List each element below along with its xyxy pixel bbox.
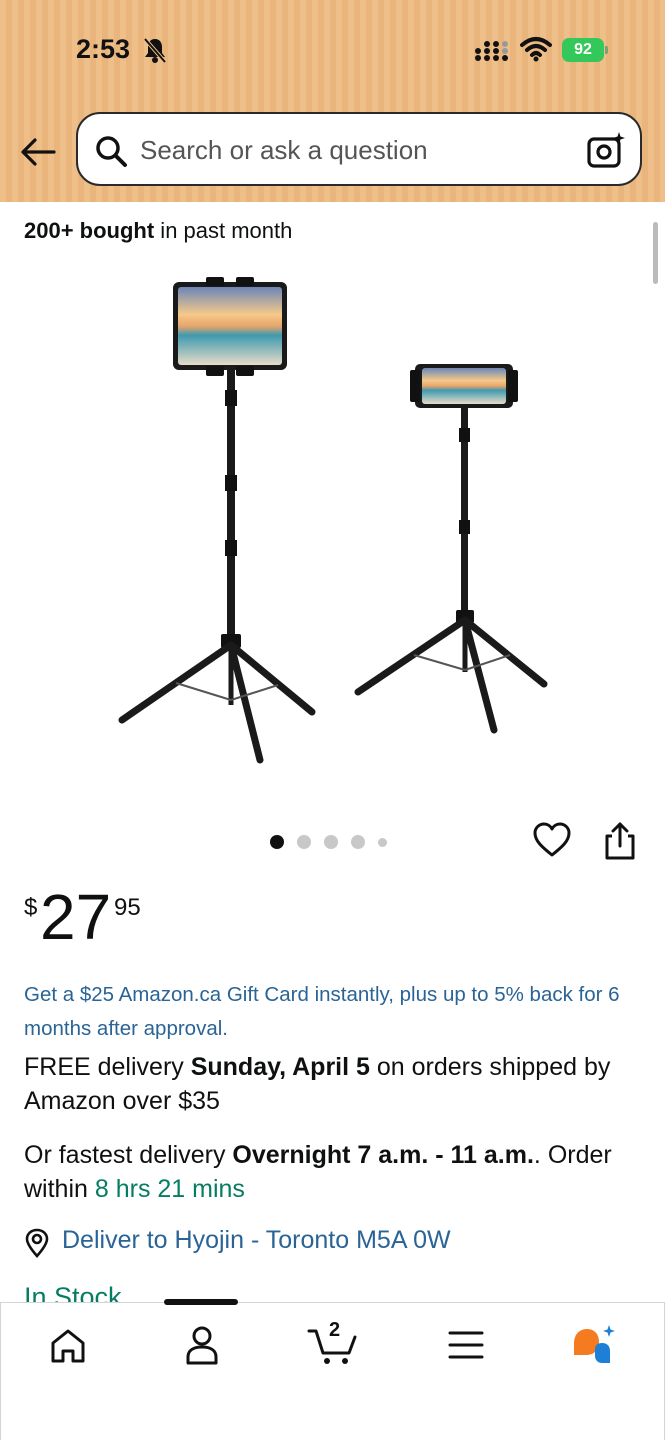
battery-cap [605,46,608,54]
scrollbar-thumb[interactable] [653,222,658,284]
status-bar: 2:53 92 [0,0,665,100]
back-arrow-icon[interactable] [18,132,58,172]
menu-icon[interactable] [441,1323,491,1367]
product-image[interactable] [100,260,560,780]
bell-muted-icon [143,37,167,64]
search-icon [96,136,127,167]
fastest-window: Overnight 7 a.m. - 11 a.m. [232,1141,534,1169]
app-header: 2:53 92 [0,0,665,202]
account-icon[interactable] [177,1323,227,1367]
price-whole: 27 [40,881,112,953]
wifi-icon [520,37,552,62]
battery-indicator: 92 [562,38,608,62]
bought-count: 200+ bought in past month [24,218,292,244]
fastest-delivery-info: Or fastest delivery Overnight 7 a.m. - 1… [24,1138,644,1206]
search-input[interactable] [140,132,560,168]
search-bar[interactable] [76,112,642,186]
signal-icon [475,41,508,61]
carousel-dot[interactable] [378,837,387,847]
battery-level: 92 [562,38,604,62]
price-fraction: 95 [114,894,141,921]
image-carousel-dots [270,832,387,852]
active-tab-indicator [164,1299,238,1305]
home-icon[interactable] [43,1323,93,1367]
carousel-dot[interactable] [297,835,311,849]
free-delivery-info: FREE delivery Sunday, April 5 on orders … [24,1050,644,1118]
cart-button[interactable]: 2 [307,1319,357,1367]
camera-search-icon[interactable] [586,130,626,170]
carousel-dot[interactable] [270,835,284,849]
stock-status: In Stock [24,1282,122,1304]
cart-count: 2 [329,1319,341,1341]
bought-count-suffix: in past month [154,218,293,243]
order-countdown: 8 hrs 21 mins [94,1175,245,1203]
deliver-to-link[interactable]: Deliver to Hyojin - Toronto M5A 0W [62,1226,451,1255]
carousel-dot[interactable] [351,835,365,849]
location-pin-icon [25,1228,49,1258]
rufus-assistant-icon[interactable] [569,1323,619,1367]
share-icon[interactable] [600,820,640,862]
status-time: 2:53 [76,34,131,64]
bottom-nav: 2 [0,1299,665,1440]
gift-card-promo-link[interactable]: Get a $25 Amazon.ca Gift Card instantly,… [24,978,639,1046]
delivery-date: Sunday, April 5 [190,1053,370,1081]
delivery-prefix: FREE delivery [24,1053,191,1081]
fastest-prefix: Or fastest delivery [24,1141,233,1169]
price-symbol: $ [24,894,38,921]
bought-count-value: 200+ bought [24,218,155,243]
carousel-dot[interactable] [324,835,338,849]
heart-icon[interactable] [532,820,572,860]
